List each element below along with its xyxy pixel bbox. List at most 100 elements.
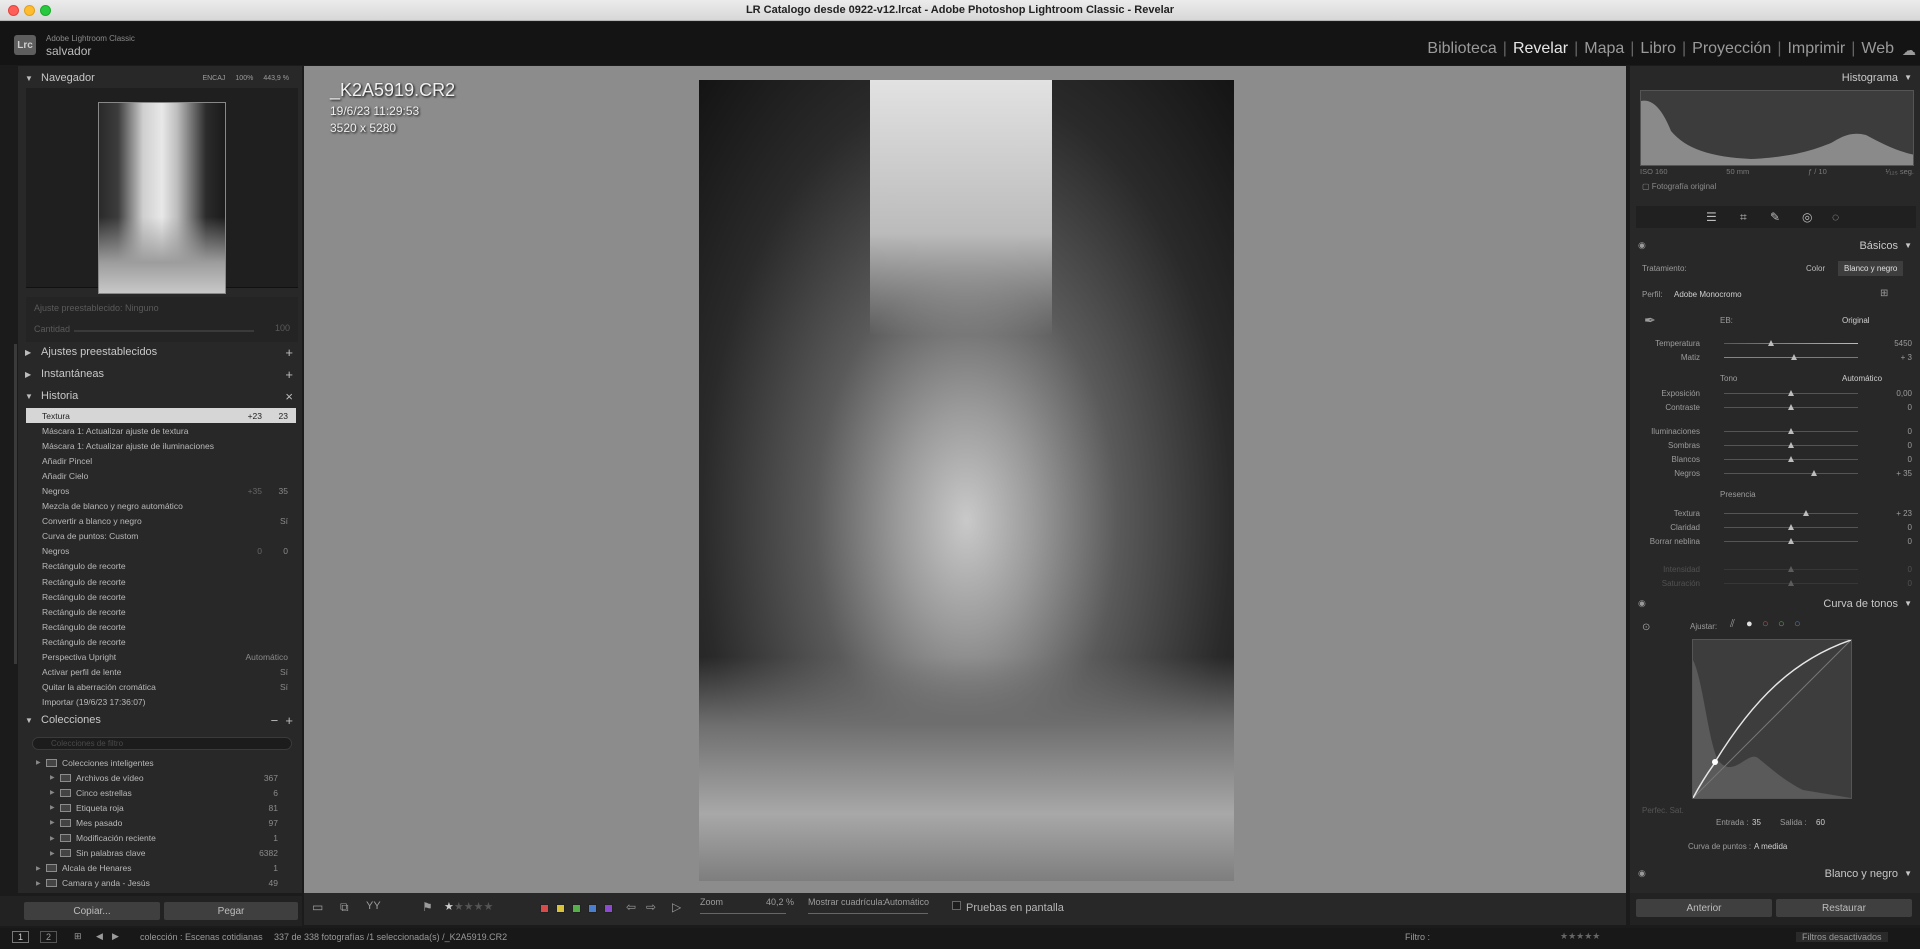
collapse-triangle-icon[interactable]: ▼ xyxy=(1904,869,1912,878)
red-channel-icon[interactable]: ○ xyxy=(1762,618,1769,630)
module-biblioteca[interactable]: Biblioteca xyxy=(1427,40,1496,58)
navigator-preview[interactable] xyxy=(26,88,298,294)
basic-header[interactable]: ◉ Básicos ▼ xyxy=(1636,236,1918,256)
previous-photo-icon[interactable]: ⇦ xyxy=(626,900,636,914)
history-item[interactable]: Rectángulo de recorte xyxy=(26,604,296,619)
history-item[interactable]: Rectángulo de recorte xyxy=(26,589,296,604)
photo-preview[interactable] xyxy=(699,80,1234,881)
slider-track[interactable] xyxy=(1724,513,1858,514)
slider-blancos[interactable]: Blancos 0 xyxy=(1636,452,1916,467)
collection-item[interactable]: ▶ Camara y anda - Jesús 49 xyxy=(26,876,296,891)
slider-negros[interactable]: Negros + 35 xyxy=(1636,466,1916,481)
collection-item[interactable]: ▶ Mes pasado 97 xyxy=(26,815,296,830)
slider-contraste[interactable]: Contraste 0 xyxy=(1636,400,1916,415)
history-item[interactable]: Máscara 1: Actualizar ajuste de textura xyxy=(26,423,296,438)
collapse-triangle-icon[interactable]: ▼ xyxy=(25,716,41,725)
expand-triangle-icon[interactable]: ▶ xyxy=(25,348,41,357)
paste-button[interactable]: Pegar xyxy=(164,902,298,920)
healing-icon[interactable]: ✎ xyxy=(1770,210,1780,224)
grid-value[interactable]: Automático xyxy=(884,897,929,907)
add-collection-icon[interactable]: − + xyxy=(271,713,293,728)
expand-triangle-icon[interactable]: ▶ xyxy=(50,850,60,857)
slider-thumb[interactable] xyxy=(1788,580,1794,586)
history-item[interactable]: Textura +23 23 xyxy=(26,408,296,424)
visibility-icon[interactable]: ◉ xyxy=(1638,598,1646,609)
expand-triangle-icon[interactable]: ▶ xyxy=(36,865,46,872)
collection-item[interactable]: ▶ Alcala de Henares 1 xyxy=(26,861,296,876)
slider-value[interactable]: 0 xyxy=(1908,565,1912,574)
slider-value[interactable]: 5450 xyxy=(1894,339,1912,348)
slider-sombras[interactable]: Sombras 0 xyxy=(1636,438,1916,453)
main-image-area[interactable]: _K2A5919.CR2 19/6/23 11:29:53 3520 x 528… xyxy=(304,66,1626,893)
history-item[interactable]: Perspectiva Upright Automático xyxy=(26,650,296,665)
amount-slider[interactable] xyxy=(74,330,254,332)
history-header[interactable]: ▼ Historia × xyxy=(25,386,295,406)
masking-icon[interactable]: ◌ xyxy=(1832,210,1839,224)
histogram-chart[interactable] xyxy=(1640,90,1914,166)
history-item[interactable]: Rectángulo de recorte xyxy=(26,574,296,589)
white-balance-dropper-icon[interactable]: ✒ xyxy=(1644,312,1656,329)
slider-value[interactable]: + 23 xyxy=(1896,509,1912,518)
expand-triangle-icon[interactable]: ▶ xyxy=(50,835,60,842)
filters-off-dropdown[interactable]: Filtros desactivados xyxy=(1796,932,1888,942)
navigator-thumbnail[interactable] xyxy=(98,102,226,294)
bw-mix-header[interactable]: ◉ Blanco y negro ▼ xyxy=(1636,864,1918,884)
left-scrollbar[interactable] xyxy=(14,344,17,664)
slider-thumb[interactable] xyxy=(1788,390,1794,396)
yy-view-icon[interactable]: YY xyxy=(366,900,381,912)
slider-claridad[interactable]: Claridad 0 xyxy=(1636,520,1916,535)
previous-settings-button[interactable]: Anterior xyxy=(1636,899,1772,917)
slider-value[interactable]: 0 xyxy=(1908,427,1912,436)
history-item[interactable]: Rectángulo de recorte xyxy=(26,619,296,634)
history-item[interactable]: Añadir Cielo xyxy=(26,468,296,483)
add-snapshot-icon[interactable]: + xyxy=(285,367,293,382)
slider-thumb[interactable] xyxy=(1788,524,1794,530)
profile-browser-icon[interactable]: ⊞ xyxy=(1880,288,1888,299)
slider-value[interactable]: 0 xyxy=(1908,441,1912,450)
blue-channel-icon[interactable]: ○ xyxy=(1794,618,1801,630)
collapse-triangle-icon[interactable]: ▼ xyxy=(1904,241,1912,250)
slider-thumb[interactable] xyxy=(1788,428,1794,434)
collection-item[interactable]: ▶ Colecciones inteligentes xyxy=(26,755,296,770)
slider-thumb[interactable] xyxy=(1788,404,1794,410)
visibility-icon[interactable]: ◉ xyxy=(1638,868,1646,879)
original-photo-toggle[interactable]: ▢ Fotografía original xyxy=(1642,182,1716,191)
history-item[interactable]: Mezcla de blanco y negro automático xyxy=(26,499,296,514)
input-value[interactable]: 35 xyxy=(1752,818,1761,827)
slider-thumb[interactable] xyxy=(1810,470,1817,476)
module-revelar[interactable]: Revelar xyxy=(1513,40,1568,58)
expand-triangle-icon[interactable]: ▶ xyxy=(36,759,46,766)
history-item[interactable]: Importar (19/6/23 17:36:07) xyxy=(26,695,296,710)
copy-button[interactable]: Copiar... xyxy=(24,902,160,920)
slider-iluminaciones[interactable]: Iluminaciones 0 xyxy=(1636,424,1916,439)
slider-thumb[interactable] xyxy=(1788,538,1794,544)
treatment-bw[interactable]: Blanco y negro xyxy=(1838,261,1904,276)
red-label-swatch[interactable] xyxy=(540,904,549,913)
module-libro[interactable]: Libro xyxy=(1640,40,1676,58)
history-item[interactable]: Negros +35 35 xyxy=(26,483,296,498)
output-value[interactable]: 60 xyxy=(1816,818,1825,827)
next-photo-icon[interactable]: ⇨ xyxy=(646,900,656,914)
zoom-slider[interactable] xyxy=(700,913,786,914)
presets-header[interactable]: ▶ Ajustes preestablecidos + xyxy=(25,342,295,362)
collection-search-input[interactable]: Colecciones de filtro xyxy=(32,737,292,750)
nav-fit[interactable]: ENCAJ xyxy=(202,75,225,82)
module-imprimir[interactable]: Imprimir xyxy=(1787,40,1845,58)
target-adjust-icon[interactable]: ⊙ xyxy=(1642,622,1650,633)
history-item[interactable]: Curva de puntos: Custom xyxy=(26,529,296,544)
module-mapa[interactable]: Mapa xyxy=(1584,40,1624,58)
tone-curve-header[interactable]: ◉ Curva de tonos ▼ xyxy=(1636,594,1918,614)
edit-sliders-icon[interactable]: ☰ xyxy=(1706,210,1717,224)
slider-value[interactable]: 0,00 xyxy=(1896,389,1912,398)
grid-view-icon[interactable]: ⊞ xyxy=(74,931,82,942)
collection-item[interactable]: ▶ Cinco estrellas 6 xyxy=(26,785,296,800)
history-item[interactable]: Convertir a blanco y negro Sí xyxy=(26,514,296,529)
filter-stars[interactable]: ★★★★★ xyxy=(1560,931,1600,942)
slider-thumb[interactable] xyxy=(1788,442,1794,448)
reset-button[interactable]: Restaurar xyxy=(1776,899,1912,917)
wb-dropdown[interactable]: Original xyxy=(1842,316,1870,325)
collection-item[interactable]: ▶ Etiqueta roja 81 xyxy=(26,800,296,815)
history-item[interactable]: Negros 0 0 xyxy=(26,544,296,559)
slider-temperatura[interactable]: Temperatura 5450 xyxy=(1636,336,1916,351)
collapse-triangle-icon[interactable]: ▼ xyxy=(1904,599,1912,608)
